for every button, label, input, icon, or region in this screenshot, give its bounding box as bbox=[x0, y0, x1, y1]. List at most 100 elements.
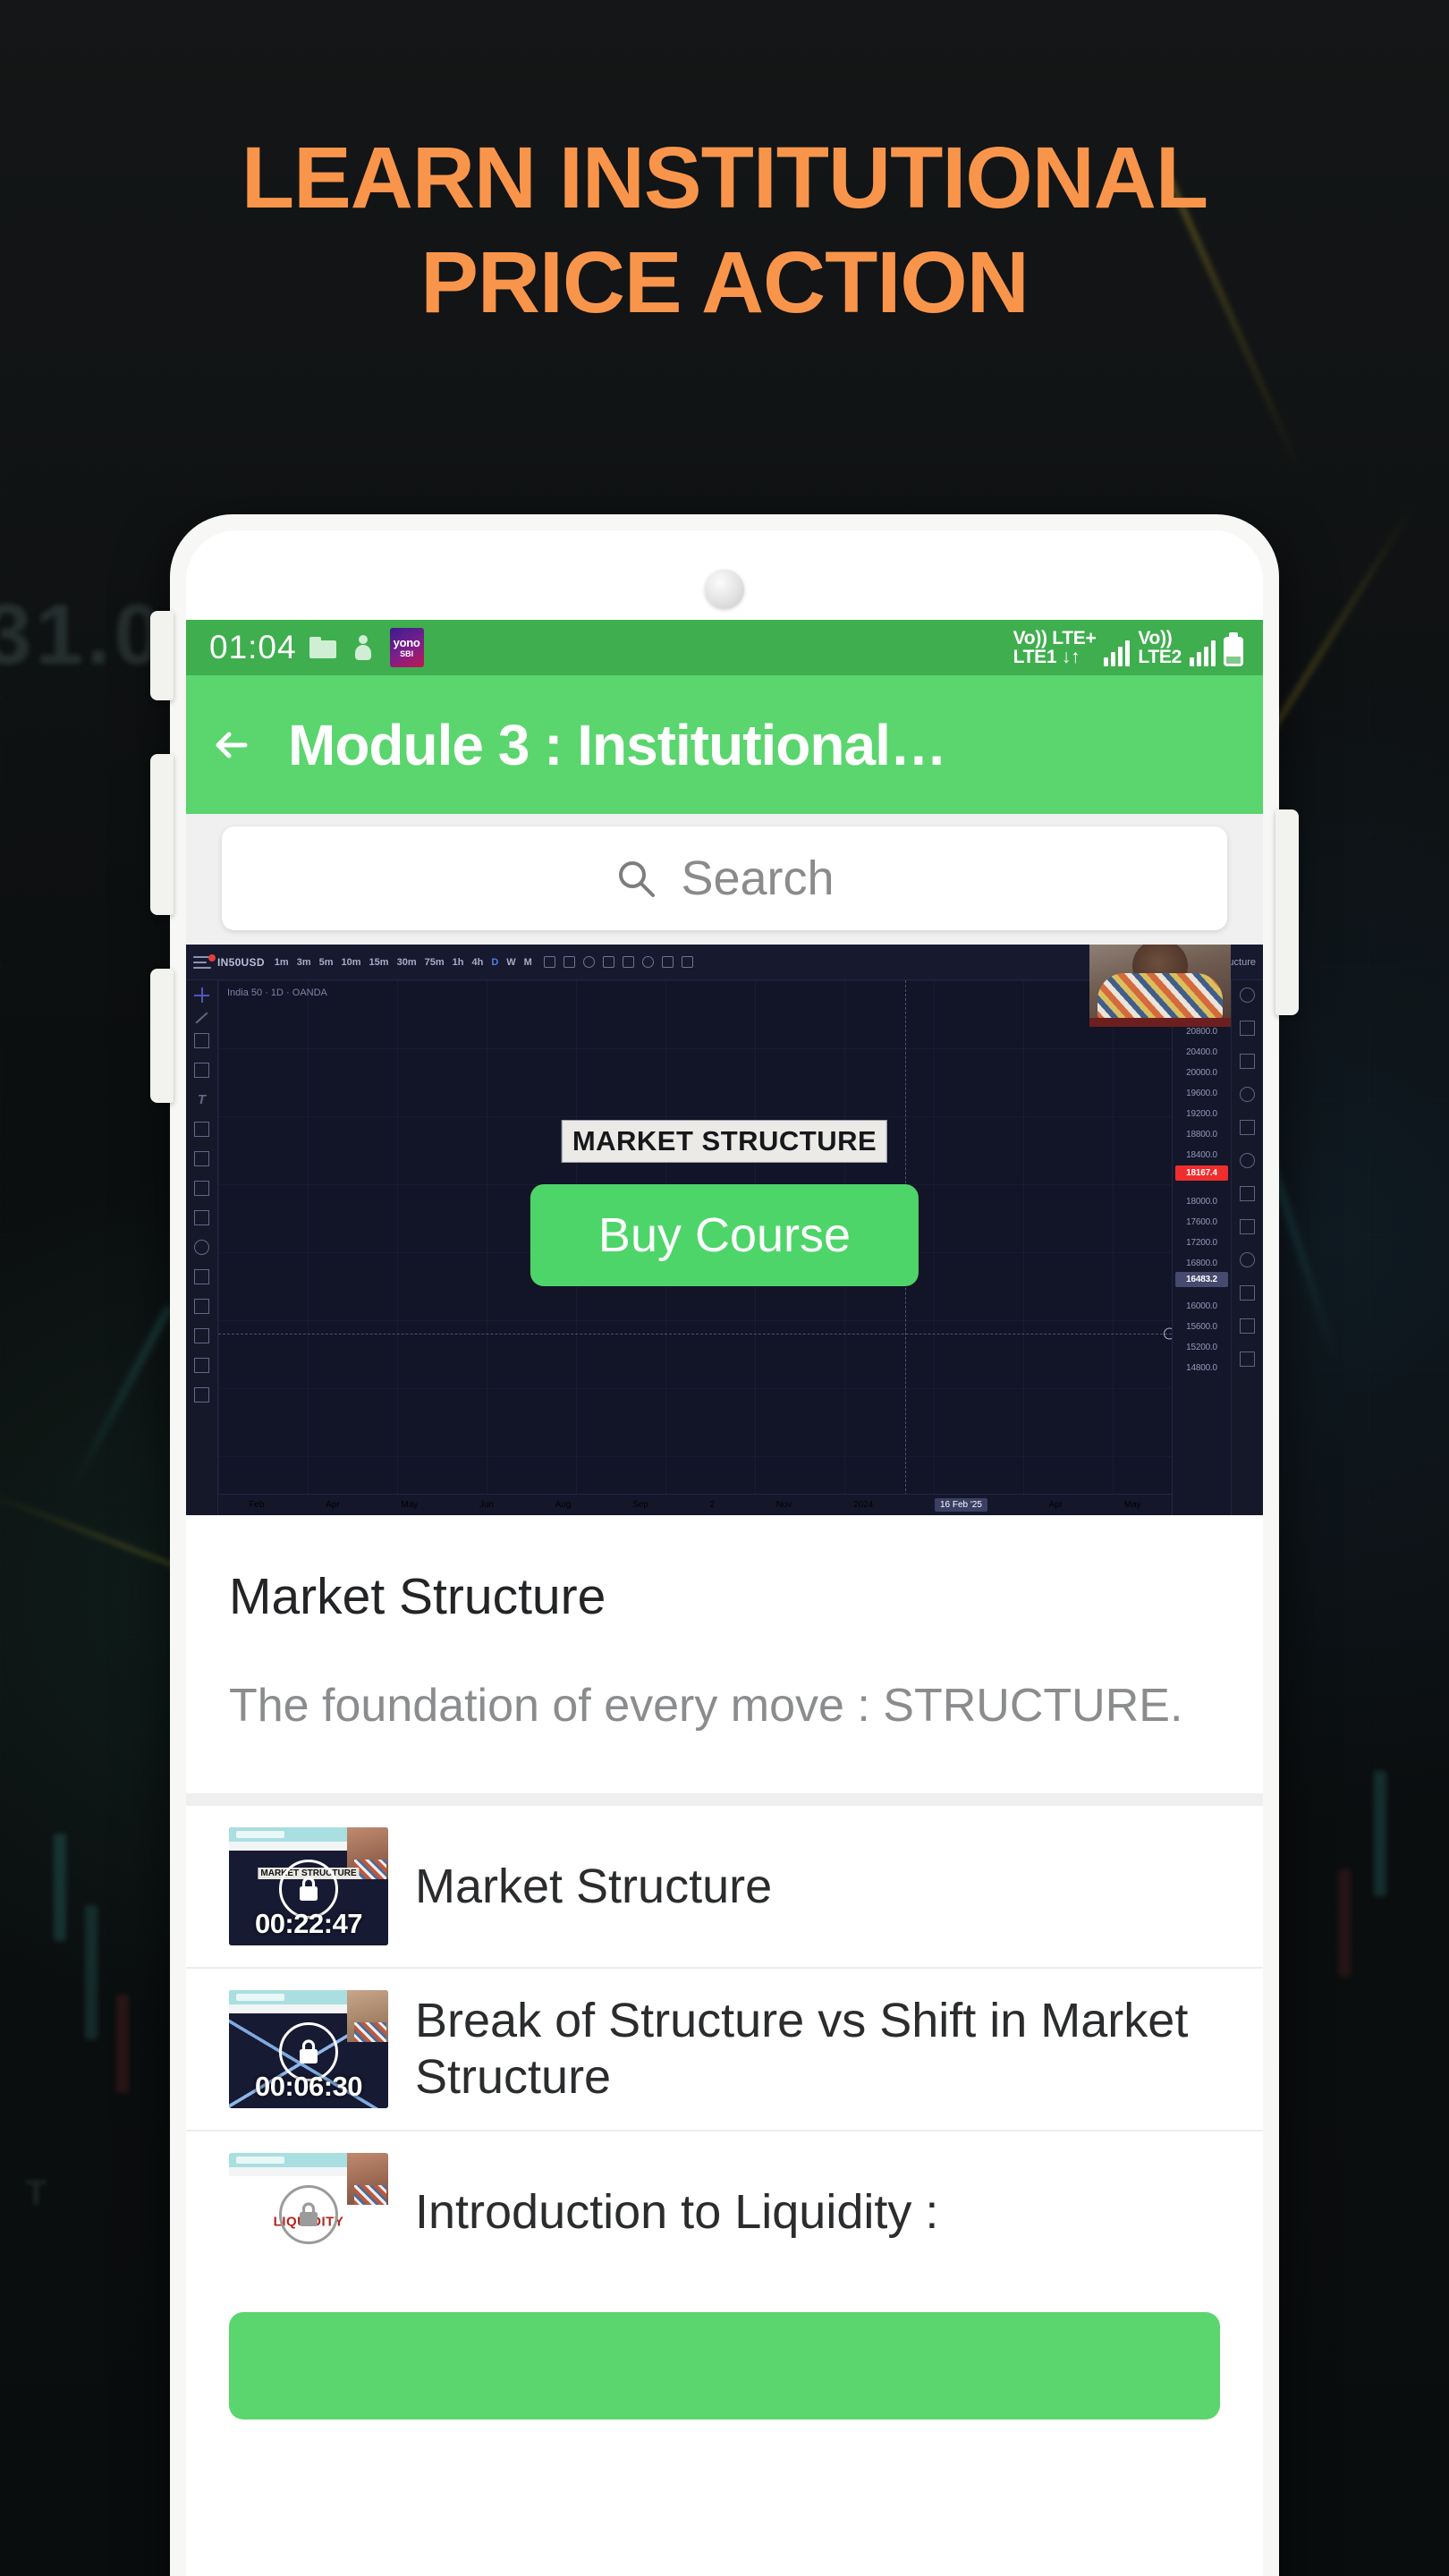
timeframe-15m[interactable]: 15m bbox=[369, 957, 389, 968]
chat-icon[interactable] bbox=[1240, 1186, 1255, 1201]
news-icon[interactable] bbox=[1240, 1021, 1255, 1036]
alerts-icon[interactable] bbox=[1240, 1285, 1255, 1301]
crosshair-icon[interactable] bbox=[194, 987, 209, 1003]
trash-icon[interactable] bbox=[194, 1387, 209, 1402]
lesson-thumbnail: LIQUIDITY bbox=[229, 2153, 388, 2272]
timeframe-4h[interactable]: 4h bbox=[471, 957, 483, 968]
phone-volume-up-button[interactable] bbox=[150, 611, 174, 700]
broker-icon[interactable] bbox=[1240, 1252, 1255, 1267]
magnet-icon[interactable] bbox=[194, 1269, 209, 1284]
status-bar: 01:04 yono SBI Vo)) LTE+ LTE1 ↓↑ Vo)) LT… bbox=[186, 620, 1263, 675]
list-item[interactable]: 00:06:30 Break of Structure vs Shift in … bbox=[186, 1967, 1263, 2130]
background-text-fragment: T bbox=[25, 2174, 47, 2213]
search-section: Search bbox=[186, 814, 1263, 945]
thumbnail-webcam bbox=[347, 1990, 388, 2043]
lesson-list: MARKET STRUCTURE 00:22:47 Market Structu… bbox=[186, 1806, 1263, 2293]
settings-icon[interactable] bbox=[1240, 1352, 1255, 1367]
replay-icon[interactable] bbox=[641, 956, 654, 968]
background-candle bbox=[1338, 1869, 1351, 1977]
position-icon[interactable] bbox=[194, 1151, 209, 1166]
horizontal-ray-icon[interactable] bbox=[194, 1033, 209, 1048]
hide-drawings-icon[interactable] bbox=[194, 1328, 209, 1343]
indicator-icon[interactable] bbox=[563, 956, 575, 968]
lock-drawings-icon[interactable] bbox=[194, 1299, 209, 1314]
zoom-icon[interactable] bbox=[194, 1240, 209, 1255]
sim2-network-indicator: Vo)) LTE2 bbox=[1138, 628, 1182, 666]
headline-line-2: PRICE ACTION bbox=[420, 233, 1030, 331]
redo-icon[interactable] bbox=[681, 956, 693, 968]
trendline-icon[interactable] bbox=[195, 1012, 208, 1024]
background-candle bbox=[116, 1995, 129, 2093]
chart-tool-buttons[interactable] bbox=[543, 956, 693, 968]
time-tick: 2 bbox=[709, 1500, 716, 1510]
watchlist-icon[interactable] bbox=[1240, 987, 1255, 1003]
timeframe-1mo[interactable]: M bbox=[524, 957, 532, 968]
compare-icon[interactable] bbox=[622, 956, 634, 968]
background-candle bbox=[1374, 1771, 1386, 1896]
timeframe-3m[interactable]: 3m bbox=[297, 957, 311, 968]
menu-icon[interactable] bbox=[193, 953, 216, 970]
hotlist-icon[interactable] bbox=[1240, 1318, 1255, 1334]
chart-timeframe-buttons[interactable]: 1m 3m 5m 10m 15m 30m 75m 1h 4h D W M bbox=[275, 957, 532, 968]
timeframe-30m[interactable]: 30m bbox=[397, 957, 417, 968]
undo-icon[interactable] bbox=[661, 956, 674, 968]
instructor-webcam-overlay bbox=[1089, 945, 1231, 1027]
price-tick: 14800.0 bbox=[1186, 1363, 1217, 1373]
template-icon[interactable] bbox=[602, 956, 614, 968]
chart-drawing-toolbar[interactable]: T bbox=[186, 980, 218, 1515]
time-tick: Jun bbox=[479, 1500, 495, 1510]
eraser-icon[interactable] bbox=[194, 1358, 209, 1373]
notes-icon[interactable] bbox=[1240, 1219, 1255, 1234]
lesson-preview-player[interactable]: IN50USD 1m 3m 5m 10m 15m 30m 75m 1h 4h D bbox=[186, 945, 1263, 1515]
alert-icon[interactable] bbox=[582, 956, 595, 968]
pattern-icon[interactable] bbox=[194, 1122, 209, 1137]
price-tick: 15200.0 bbox=[1186, 1343, 1217, 1352]
screener-icon[interactable] bbox=[1240, 1120, 1255, 1135]
timeframe-1d[interactable]: D bbox=[491, 957, 498, 968]
chart-time-axis[interactable]: Feb Apr May Jun Aug Sep 2 Nov 2024 16 Fe… bbox=[218, 1494, 1172, 1515]
list-item[interactable]: LIQUIDITY Introduction to Liquidity : bbox=[186, 2130, 1263, 2292]
chart-symbol: IN50USD bbox=[217, 955, 265, 969]
price-tick: 17600.0 bbox=[1186, 1217, 1217, 1227]
time-tick: 2024 bbox=[853, 1500, 874, 1510]
search-input[interactable]: Search bbox=[222, 826, 1227, 930]
ideas-icon[interactable] bbox=[1240, 1153, 1255, 1168]
crosshair-horizontal bbox=[218, 1333, 1172, 1335]
background-candle bbox=[54, 1834, 66, 1941]
calendar-icon[interactable] bbox=[1240, 1054, 1255, 1069]
app-bar: Module 3 : Institutional… bbox=[186, 675, 1263, 814]
candlestick-icon[interactable] bbox=[543, 956, 555, 968]
time-tick: Feb bbox=[249, 1500, 265, 1510]
buy-course-button[interactable]: Buy Course bbox=[530, 1184, 919, 1286]
price-tick: 18400.0 bbox=[1186, 1150, 1217, 1160]
lesson-detail-description: The foundation of every move : STRUCTURE… bbox=[229, 1680, 1183, 1732]
timeframe-10m[interactable]: 10m bbox=[342, 957, 361, 968]
timeframe-1h[interactable]: 1h bbox=[453, 957, 464, 968]
time-tick: May bbox=[1123, 1500, 1141, 1510]
back-arrow-icon[interactable] bbox=[209, 717, 265, 773]
timeframe-1w[interactable]: W bbox=[506, 957, 515, 968]
chart-side-panel[interactable] bbox=[1231, 980, 1263, 1515]
price-tick: 16800.0 bbox=[1186, 1258, 1217, 1268]
price-tick: 19600.0 bbox=[1186, 1089, 1217, 1098]
list-item[interactable]: MARKET STRUCTURE 00:22:47 Market Structu… bbox=[186, 1806, 1263, 1967]
arrow-down-icon[interactable] bbox=[194, 1181, 209, 1196]
phone-assistant-button[interactable] bbox=[150, 969, 174, 1103]
pitchfork-icon[interactable] bbox=[194, 1063, 209, 1078]
lock-icon bbox=[279, 2185, 338, 2245]
timeframe-5m[interactable]: 5m bbox=[319, 957, 334, 968]
status-bar-system-icons: Vo)) LTE+ LTE1 ↓↑ Vo)) LTE2 bbox=[1013, 628, 1243, 666]
price-tick: 17200.0 bbox=[1186, 1238, 1217, 1248]
enroll-button[interactable] bbox=[229, 2312, 1220, 2420]
timeframe-75m[interactable]: 75m bbox=[425, 957, 445, 968]
text-tool-icon[interactable]: T bbox=[194, 1092, 209, 1107]
timeframe-1m[interactable]: 1m bbox=[275, 957, 289, 968]
phone-volume-down-button[interactable] bbox=[150, 754, 174, 915]
phone-power-button[interactable] bbox=[1275, 809, 1299, 1015]
background-candle bbox=[85, 1905, 97, 2039]
chart-price-axis[interactable]: 20800.0 20400.0 20000.0 19600.0 19200.0 … bbox=[1172, 980, 1231, 1515]
price-tick: 20000.0 bbox=[1186, 1068, 1217, 1078]
ruler-icon[interactable] bbox=[194, 1210, 209, 1225]
search-icon bbox=[614, 857, 657, 900]
history-icon[interactable] bbox=[1240, 1087, 1255, 1102]
